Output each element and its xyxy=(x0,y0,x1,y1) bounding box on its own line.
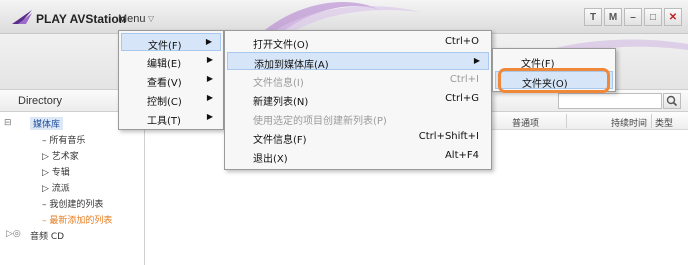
menu-shortcut: Ctrl+Shift+I xyxy=(418,131,479,142)
menu-item-new-list-from-selection: 使用选定的项目创建新列表(P) xyxy=(227,109,489,127)
app-title: PLAY AVStation xyxy=(36,12,127,26)
submenu-arrow-icon: ▶ xyxy=(206,55,213,64)
submenu-arrow-icon: ▶ xyxy=(206,112,213,121)
pin-button[interactable]: T xyxy=(584,8,602,26)
decorative-swoosh xyxy=(260,1,420,34)
submenu-arrow-icon: ▶ xyxy=(473,56,480,65)
menu-item-label: 文件信息(I) xyxy=(253,78,304,89)
menu-shortcut: Ctrl+I xyxy=(449,74,479,85)
search-button[interactable] xyxy=(663,93,681,109)
chevron-down-icon[interactable]: ▽ xyxy=(148,14,154,23)
menu-item-label: 文件信息(F) xyxy=(253,135,307,146)
menu-item-file-info-disabled: 文件信息(I) Ctrl+I xyxy=(227,71,489,89)
sidebar-item-label: 艺术家 xyxy=(51,152,79,162)
title-bar: PLAY AVStation Menu ▽ T M – □ ✕ xyxy=(0,0,688,34)
menu-item-label: 编辑(E) xyxy=(147,59,182,70)
submenu-arrow-icon: ▶ xyxy=(205,37,212,46)
sidebar: ⊟ 媒体库 – 所有音乐 ▷ 艺术家 ▷ 专辑 ▷ 流派 – 我创建的列表 – … xyxy=(0,112,145,265)
search-input[interactable] xyxy=(558,93,662,109)
window-controls: T M – □ ✕ xyxy=(584,8,682,26)
submenu-arrow-icon: ▶ xyxy=(206,74,213,83)
sidebar-item-artist[interactable]: ▷ 艺术家 xyxy=(42,149,79,162)
menu-shortcut: Ctrl+G xyxy=(445,93,479,104)
sidebar-item-label: 流派 xyxy=(51,184,70,194)
column-header-duration[interactable]: 持续时间 xyxy=(611,116,647,129)
sidebar-item-label: 最新添加的列表 xyxy=(49,216,113,226)
sidebar-item-label: 我创建的列表 xyxy=(49,200,104,210)
collapse-icon[interactable]: ⊟ xyxy=(4,118,12,128)
main-menu: 文件(F) ▶ 编辑(E) ▶ 查看(V) ▶ 控制(C) ▶ 工具(T) ▶ xyxy=(118,30,224,130)
minimize-button[interactable]: – xyxy=(624,8,642,26)
directory-label: Directory xyxy=(18,95,63,107)
menu-item-open-file[interactable]: 打开文件(O) Ctrl+O xyxy=(227,33,489,51)
sidebar-item-label: 专辑 xyxy=(51,168,70,178)
column-header-type[interactable]: 类型 xyxy=(655,116,673,129)
annotation-highlight-ring xyxy=(498,68,610,93)
menu-item-label: 使用选定的项目创建新列表(P) xyxy=(253,116,387,127)
column-header-normal[interactable]: 普通项 xyxy=(512,116,539,129)
menu-button[interactable]: Menu xyxy=(118,13,146,25)
menu-item-label: 文件(F) xyxy=(148,41,182,52)
menu-item-control[interactable]: 控制(C) ▶ xyxy=(121,90,221,108)
maximize-button[interactable]: □ xyxy=(644,8,662,26)
menu-item-edit[interactable]: 编辑(E) ▶ xyxy=(121,52,221,70)
menu-shortcut: Alt+F4 xyxy=(444,150,479,161)
menu-item-tools[interactable]: 工具(T) ▶ xyxy=(121,109,221,127)
close-button[interactable]: ✕ xyxy=(664,8,682,26)
menu-item-label: 打开文件(O) xyxy=(253,40,309,51)
sidebar-item-all-music[interactable]: – 所有音乐 xyxy=(42,133,85,146)
menu-item-label: 新建列表(N) xyxy=(253,97,309,108)
sidebar-item-recently-added[interactable]: – 最新添加的列表 xyxy=(42,213,112,226)
menu-item-view[interactable]: 查看(V) ▶ xyxy=(121,71,221,89)
menu-item-file-info[interactable]: 文件信息(F) Ctrl+Shift+I xyxy=(227,128,489,146)
menu-item-label: 退出(X) xyxy=(253,154,288,165)
search-icon xyxy=(666,95,678,107)
sidebar-item-my-lists[interactable]: – 我创建的列表 xyxy=(42,197,103,210)
app-logo-icon xyxy=(12,10,32,24)
menu-item-exit[interactable]: 退出(X) Alt+F4 xyxy=(227,147,489,165)
column-divider xyxy=(651,114,652,128)
sidebar-item-library[interactable]: 媒体库 xyxy=(30,117,64,130)
menu-item-label: 添加到媒体库(A) xyxy=(254,60,329,71)
menu-item-file[interactable]: 文件(F) ▶ xyxy=(121,33,221,52)
menu-item-add-to-library[interactable]: 添加到媒体库(A) ▶ xyxy=(227,52,489,71)
sidebar-item-genre[interactable]: ▷ 流派 xyxy=(42,181,70,194)
menu-shortcut: Ctrl+O xyxy=(444,36,479,47)
file-submenu: 打开文件(O) Ctrl+O 添加到媒体库(A) ▶ 文件信息(I) Ctrl+… xyxy=(224,30,492,170)
menu-item-label: 工具(T) xyxy=(147,116,181,127)
menu-item-label: 查看(V) xyxy=(147,78,182,89)
sidebar-item-album[interactable]: ▷ 专辑 xyxy=(42,165,70,178)
submenu-arrow-icon: ▶ xyxy=(206,93,213,102)
sidebar-item-label: 所有音乐 xyxy=(49,136,86,146)
mini-mode-button[interactable]: M xyxy=(604,8,622,26)
menu-item-label: 控制(C) xyxy=(147,97,182,108)
column-divider xyxy=(566,114,567,128)
audio-cd-icon: ▷◎ xyxy=(6,229,21,239)
sidebar-item-audio-cd[interactable]: 音频 CD xyxy=(30,229,64,242)
menu-item-new-list[interactable]: 新建列表(N) Ctrl+G xyxy=(227,90,489,108)
